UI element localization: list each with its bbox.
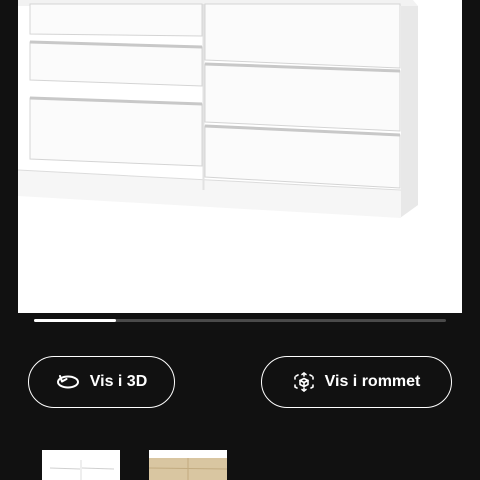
gallery-progress-fill — [34, 319, 117, 322]
view-in-room-button[interactable]: Vis i rommet — [261, 356, 452, 408]
oak-dresser-thumbnail-icon — [149, 450, 227, 480]
view-3d-label: Vis i 3D — [89, 373, 148, 390]
dresser-illustration — [17, 0, 418, 218]
white-dresser-thumbnail-icon — [42, 450, 120, 480]
variant-thumbnail-oak[interactable] — [149, 450, 227, 480]
view-in-room-label: Vis i rommet — [324, 373, 421, 390]
gallery-progress-bar[interactable] — [34, 319, 446, 322]
rotate-3d-icon — [56, 373, 80, 391]
view-3d-button[interactable]: Vis i 3D — [28, 356, 175, 408]
variant-thumbnail-white[interactable] — [42, 450, 120, 480]
ar-cube-icon — [293, 371, 315, 393]
product-image[interactable] — [17, 0, 462, 313]
